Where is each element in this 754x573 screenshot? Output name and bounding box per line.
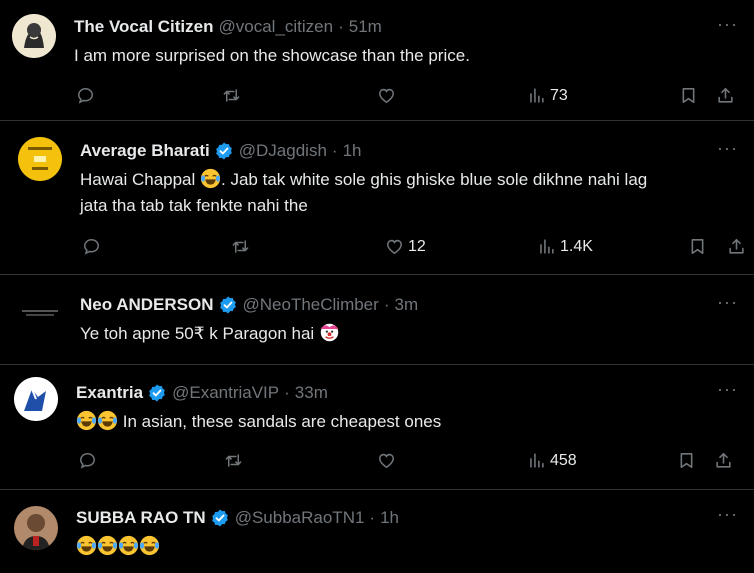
bookmark-button[interactable] xyxy=(688,237,707,256)
reply-icon xyxy=(76,86,95,105)
dot-separator: · xyxy=(369,508,376,527)
avatar[interactable] xyxy=(12,14,56,58)
timestamp[interactable]: 3m xyxy=(394,295,418,315)
bookmark-icon xyxy=(688,237,707,256)
tears-of-joy-emoji xyxy=(76,410,97,431)
like-icon xyxy=(385,237,404,256)
tears-of-joy-emoji xyxy=(200,168,221,189)
retweet-icon xyxy=(222,86,241,105)
views-icon xyxy=(537,237,556,256)
clown-emoji xyxy=(319,322,340,343)
bookmark-icon xyxy=(679,86,698,105)
author-handle[interactable]: @DJagdish xyxy=(239,141,327,161)
like-icon xyxy=(377,86,396,105)
reply-button[interactable] xyxy=(76,86,95,105)
bookmark-button[interactable] xyxy=(679,86,698,105)
tweet-text: Hawai Chappal . Jab tak white sole ghis … xyxy=(80,167,740,219)
tweet-vocal-citizen[interactable]: The Vocal Citizen @vocal_citizen · 51m ·… xyxy=(0,0,754,121)
avatar[interactable] xyxy=(14,506,58,550)
tweet-average-bharati[interactable]: Average Bharati @DJagdish · 1h ··· Hawai… xyxy=(0,121,754,275)
reply-feed: The Vocal Citizen @vocal_citizen · 51m ·… xyxy=(0,0,754,573)
author-handle[interactable]: @NeoTheClimber xyxy=(243,295,379,315)
reply-button[interactable] xyxy=(82,237,101,256)
timestamp[interactable]: 1h xyxy=(380,508,399,528)
author-handle[interactable]: @ExantriaVIP xyxy=(172,383,279,403)
verified-icon xyxy=(210,508,230,528)
author-name[interactable]: Exantria xyxy=(76,383,143,403)
views-icon xyxy=(527,451,546,470)
author-name[interactable]: Neo ANDERSON xyxy=(80,295,214,315)
views-icon xyxy=(527,86,546,105)
timestamp[interactable]: 33m xyxy=(295,383,328,403)
avatar[interactable] xyxy=(18,137,62,181)
views-count: 458 xyxy=(550,451,577,469)
verified-icon xyxy=(214,141,234,161)
author-name[interactable]: SUBBA RAO TN xyxy=(76,508,206,528)
author-name[interactable]: The Vocal Citizen xyxy=(74,17,214,37)
views-button[interactable]: 1.4K xyxy=(537,237,593,256)
like-button[interactable] xyxy=(377,86,396,105)
tweet-neo-anderson[interactable]: Neo ANDERSON @NeoTheClimber · 3m ··· Ye … xyxy=(0,275,754,365)
reply-button[interactable] xyxy=(78,451,97,470)
tweet-text-part: In asian, these sandals are cheapest one… xyxy=(122,412,442,431)
share-icon xyxy=(716,86,735,105)
share-icon xyxy=(714,451,733,470)
more-icon[interactable]: ··· xyxy=(717,14,738,35)
retweet-button[interactable] xyxy=(224,451,243,470)
verified-icon xyxy=(218,295,238,315)
tweet-text-part: Hawai Chappal xyxy=(80,170,196,189)
tweet-text: I am more surprised on the showcase than… xyxy=(74,46,470,65)
tears-of-joy-emoji xyxy=(76,535,97,556)
dot-separator: · xyxy=(383,295,390,314)
tweet-subba-rao[interactable]: SUBBA RAO TN @SubbaRaoTN1 · 1h ··· xyxy=(0,490,754,573)
like-icon xyxy=(377,451,396,470)
like-button[interactable] xyxy=(377,451,396,470)
tears-of-joy-emoji xyxy=(118,535,139,556)
retweet-icon xyxy=(231,237,250,256)
dot-separator: · xyxy=(331,141,338,160)
more-icon[interactable]: ··· xyxy=(717,379,738,400)
more-icon[interactable]: ··· xyxy=(717,504,738,525)
likes-count: 12 xyxy=(408,237,426,255)
more-icon[interactable]: ··· xyxy=(717,292,738,313)
tweet-text-part: Ye toh apne 50₹ k Paragon hai xyxy=(80,324,315,343)
views-button[interactable]: 458 xyxy=(527,451,577,470)
share-icon xyxy=(727,237,746,256)
author-handle[interactable]: @SubbaRaoTN1 xyxy=(235,508,365,528)
dot-separator: · xyxy=(338,17,344,36)
retweet-button[interactable] xyxy=(231,237,250,256)
share-button[interactable] xyxy=(727,237,746,256)
tweet-text xyxy=(76,534,160,560)
bookmark-icon xyxy=(677,451,696,470)
bookmark-button[interactable] xyxy=(677,451,696,470)
retweet-icon xyxy=(224,451,243,470)
avatar[interactable] xyxy=(18,291,62,335)
more-icon[interactable]: ··· xyxy=(717,138,738,159)
timestamp[interactable]: 1h xyxy=(343,141,362,161)
tweet-text: In asian, these sandals are cheapest one… xyxy=(76,409,441,435)
views-button[interactable]: 73 xyxy=(527,86,568,105)
reply-icon xyxy=(82,237,101,256)
tears-of-joy-emoji xyxy=(139,535,160,556)
timestamp[interactable]: 51m xyxy=(349,17,382,37)
tweet-exantria[interactable]: Exantria @ExantriaVIP · 33m ··· In asian… xyxy=(0,365,754,490)
tweet-text-part: . Jab tak white sole ghis ghiske blue so… xyxy=(221,170,648,189)
share-button[interactable] xyxy=(716,86,735,105)
avatar[interactable] xyxy=(14,377,58,421)
like-button[interactable]: 12 xyxy=(385,237,426,256)
views-count: 1.4K xyxy=(560,237,593,255)
retweet-button[interactable] xyxy=(222,86,241,105)
tweet-text: Ye toh apne 50₹ k Paragon hai xyxy=(80,321,340,347)
reply-icon xyxy=(78,451,97,470)
verified-icon xyxy=(147,383,167,403)
share-button[interactable] xyxy=(714,451,733,470)
author-handle[interactable]: @vocal_citizen xyxy=(219,17,334,37)
dot-separator: · xyxy=(284,383,290,402)
tweet-text-part: jata tha tab tak fenkte nahi the xyxy=(80,196,308,215)
tears-of-joy-emoji xyxy=(97,535,118,556)
views-count: 73 xyxy=(550,86,568,104)
tears-of-joy-emoji xyxy=(97,410,118,431)
author-name[interactable]: Average Bharati xyxy=(80,141,210,161)
